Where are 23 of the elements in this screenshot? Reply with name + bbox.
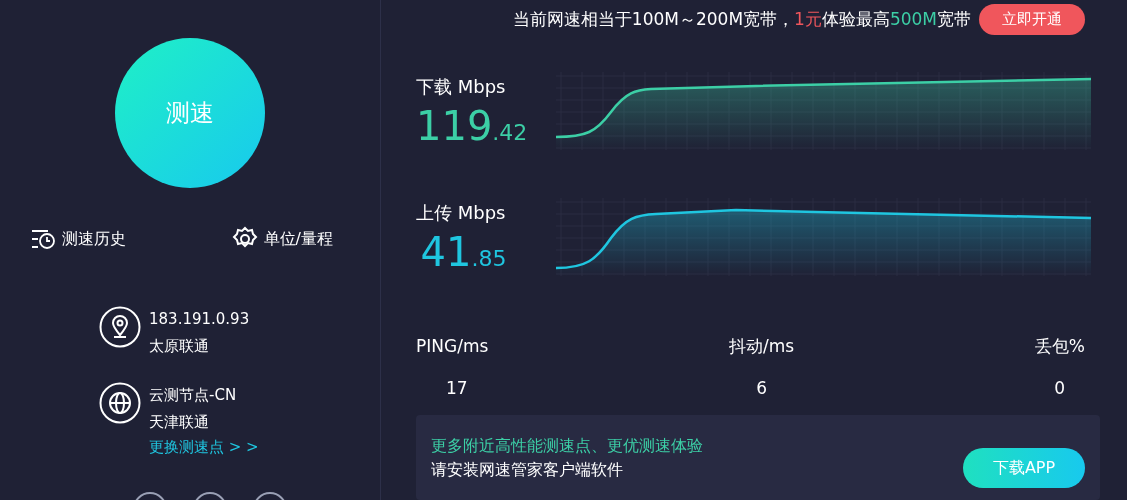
speed-value: 41.85: [419, 232, 508, 275]
stat-value: 6: [756, 376, 767, 400]
info-text: 天津联通: [149, 412, 210, 433]
stat-label: 丢包%: [1034, 335, 1085, 359]
info-text: 云测节点-CN: [149, 385, 238, 406]
location-pin-icon: [99, 306, 141, 348]
speed-label: 下载 Mbps: [416, 74, 507, 99]
offer-text: 当前网速相当于100M～200M宽带，1元体验最高500M宽带: [512, 7, 971, 31]
globe-icon: [99, 382, 141, 424]
history-button[interactable]: 测速历史: [30, 226, 126, 252]
banner-headline: 更多附近高性能测速点、更优测速体验: [431, 434, 703, 457]
speed-value: 119.42: [416, 105, 529, 149]
stat-value: 17: [445, 376, 468, 400]
history-icon: [30, 228, 56, 250]
change-server-link[interactable]: 更换测速点 > >: [149, 436, 259, 459]
speed-label: 上传 Mbps: [416, 201, 507, 225]
stat-value: 0: [1054, 376, 1066, 400]
unit-range-button[interactable]: 单位/量程: [231, 226, 333, 252]
banner-subtext: 请安装网速管家客户端软件: [431, 458, 624, 481]
info-text: 太原联通: [149, 336, 210, 357]
stat-label: 抖动/ms: [729, 335, 795, 359]
stat-label: PING/ms: [416, 335, 489, 359]
info-text: 183.191.0.93: [149, 309, 250, 330]
